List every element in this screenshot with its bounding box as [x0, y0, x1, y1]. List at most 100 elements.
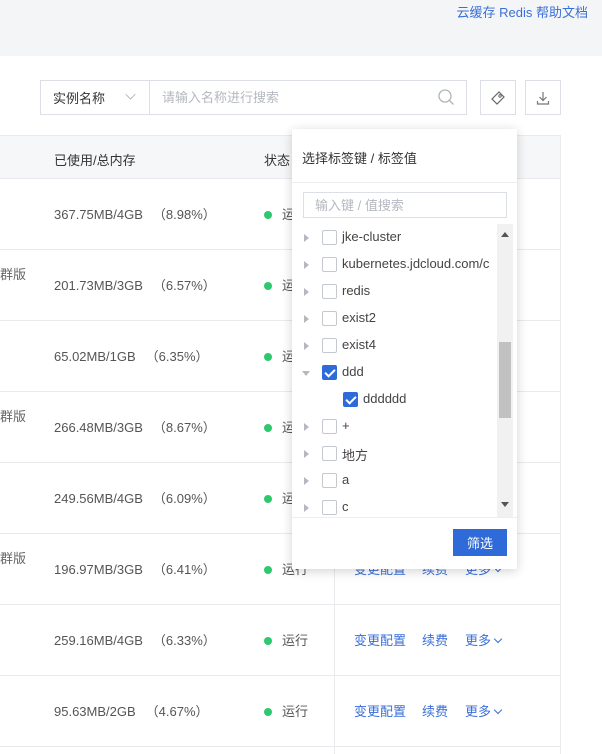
- caret-right-icon[interactable]: [304, 342, 309, 350]
- checkbox[interactable]: [322, 419, 337, 434]
- search-field-label: 实例名称: [53, 91, 106, 106]
- caret-right-icon[interactable]: [304, 261, 309, 269]
- memory-percent: （6.41%）: [152, 562, 216, 577]
- tag-key-item[interactable]: exist4: [292, 333, 497, 360]
- memory-value: 95.63MB/2GB: [54, 704, 136, 719]
- scroll-thumb[interactable]: [499, 342, 511, 418]
- chevron-down-icon: [493, 705, 503, 715]
- caret-right-icon[interactable]: [304, 477, 309, 485]
- memory-value: 249.56MB/4GB: [54, 491, 143, 506]
- caret-right-icon[interactable]: [304, 504, 309, 512]
- table-row: 259.16MB/4GB （6.33%） 运行 变更配置 续费 更多: [0, 605, 561, 676]
- memory-percent: （6.57%）: [152, 278, 216, 293]
- renew-link[interactable]: 续费: [422, 605, 448, 676]
- tree-scrollbar[interactable]: [497, 224, 513, 517]
- tag-label: exist4: [342, 337, 376, 352]
- caret-down-icon[interactable]: [302, 371, 310, 376]
- memory-usage: 367.75MB/4GB （8.98%）: [54, 179, 216, 250]
- download-icon: [536, 91, 550, 105]
- memory-percent: （6.33%）: [152, 633, 216, 648]
- download-button[interactable]: [525, 80, 561, 115]
- tag-label: jke-cluster: [342, 229, 402, 244]
- scroll-up-icon[interactable]: [501, 232, 509, 237]
- tag-label: c: [342, 499, 349, 514]
- search-icon[interactable]: [437, 88, 455, 106]
- table-right-border: [560, 135, 561, 754]
- tag-key-item[interactable]: 地方: [292, 441, 497, 468]
- memory-value: 367.75MB/4GB: [54, 207, 143, 222]
- tag-key-item[interactable]: redis: [292, 279, 497, 306]
- memory-percent: （8.67%）: [152, 420, 216, 435]
- checkbox[interactable]: [322, 446, 337, 461]
- status-dot: [264, 353, 272, 361]
- tag-key-item[interactable]: ddd: [292, 360, 497, 387]
- tag-label: 地方: [342, 448, 369, 463]
- more-label: 更多: [465, 704, 492, 719]
- memory-usage: 266.48MB/3GB （8.67%）: [54, 392, 216, 463]
- checkbox[interactable]: [343, 392, 358, 407]
- checkbox[interactable]: [322, 338, 337, 353]
- chevron-down-icon: [493, 634, 503, 644]
- memory-value: 266.48MB/3GB: [54, 420, 143, 435]
- status-dot: [264, 424, 272, 432]
- tag-key-item[interactable]: +: [292, 414, 497, 441]
- status-dot: [264, 495, 272, 503]
- tag-label: exist2: [342, 310, 376, 325]
- memory-usage: 95.63MB/2GB （4.67%）: [54, 676, 209, 747]
- renew-link[interactable]: 续费: [422, 676, 448, 747]
- status-dot: [264, 708, 272, 716]
- tag-key-item[interactable]: c: [292, 495, 497, 517]
- memory-value: 259.16MB/4GB: [54, 633, 143, 648]
- memory-percent: （4.67%）: [145, 704, 209, 719]
- status-text: 运行: [282, 704, 309, 719]
- status-dot: [264, 282, 272, 290]
- memory-value: 65.02MB/1GB: [54, 349, 136, 364]
- checkbox[interactable]: [322, 365, 337, 380]
- checkbox[interactable]: [322, 257, 337, 272]
- header-status: 状态: [264, 153, 291, 168]
- scroll-down-icon[interactable]: [501, 502, 509, 507]
- tag-icon: [491, 90, 505, 105]
- memory-usage: 259.16MB/4GB （6.33%）: [54, 605, 216, 676]
- search-field-select[interactable]: 实例名称: [40, 80, 149, 115]
- caret-right-icon[interactable]: [304, 423, 309, 431]
- tag-search-input[interactable]: [303, 192, 507, 218]
- tag-key-item[interactable]: exist2: [292, 306, 497, 333]
- caret-right-icon[interactable]: [304, 450, 309, 458]
- checkbox[interactable]: [322, 311, 337, 326]
- status-dot: [264, 211, 272, 219]
- checkbox[interactable]: [322, 284, 337, 299]
- more-menu[interactable]: 更多: [465, 605, 503, 676]
- search-input[interactable]: [149, 80, 467, 115]
- caret-right-icon[interactable]: [304, 288, 309, 296]
- caret-right-icon[interactable]: [304, 234, 309, 242]
- tag-value-item[interactable]: dddddd: [292, 387, 497, 414]
- tag-label: dddddd: [363, 391, 407, 406]
- tag-label: ddd: [342, 364, 364, 379]
- instance-type-label: 群版: [0, 409, 27, 424]
- checkbox[interactable]: [322, 500, 337, 515]
- filter-button[interactable]: 筛选: [453, 529, 507, 556]
- checkbox[interactable]: [322, 230, 337, 245]
- table-row: 95.63MB/2GB （4.67%） 运行 变更配置 续费 更多: [0, 676, 561, 747]
- memory-percent: （6.09%）: [152, 491, 216, 506]
- change-config-link[interactable]: 变更配置: [354, 605, 406, 676]
- checkbox[interactable]: [322, 473, 337, 488]
- tag-tree: jke-cluster kubernetes.jdcloud.com/c redis…: [292, 224, 497, 517]
- tag-key-item[interactable]: jke-cluster: [292, 225, 497, 252]
- help-docs-link[interactable]: 云缓存 Redis 帮助文档: [457, 2, 588, 21]
- divider: [292, 182, 517, 183]
- change-config-link[interactable]: 变更配置: [354, 676, 406, 747]
- memory-value: 201.73MB/3GB: [54, 278, 143, 293]
- header-memory: 已使用/总内存: [54, 153, 136, 168]
- chevron-down-icon: [125, 89, 136, 100]
- tag-key-item[interactable]: kubernetes.jdcloud.com/c: [292, 252, 497, 279]
- memory-percent: （8.98%）: [152, 207, 216, 222]
- tag-key-item[interactable]: a: [292, 468, 497, 495]
- more-menu[interactable]: 更多: [465, 676, 503, 747]
- tag-label: redis: [342, 283, 371, 298]
- caret-right-icon[interactable]: [304, 315, 309, 323]
- memory-usage: 196.97MB/3GB （6.41%）: [54, 534, 216, 605]
- tag-filter-button[interactable]: [480, 80, 516, 115]
- tag-label: a: [342, 472, 350, 487]
